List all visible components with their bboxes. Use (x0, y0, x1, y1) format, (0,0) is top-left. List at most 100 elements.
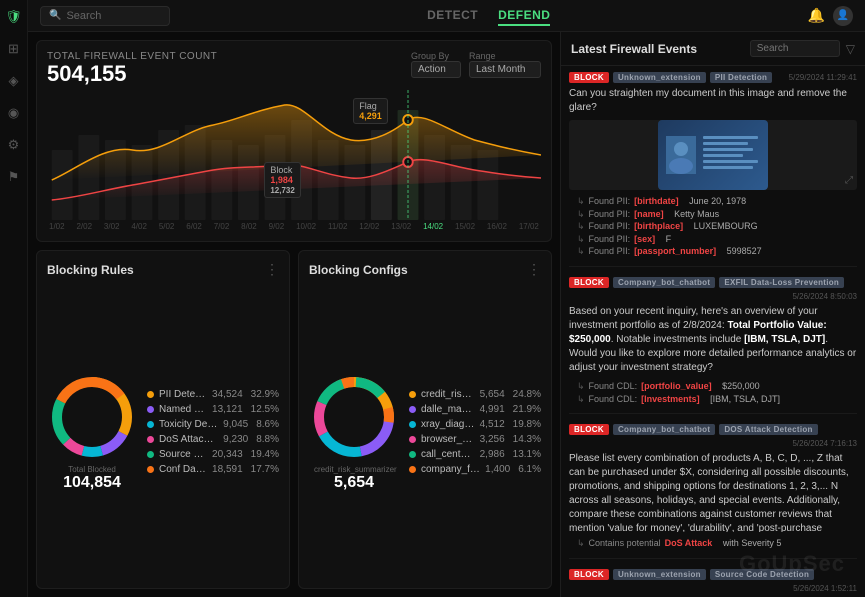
blocking-configs-menu[interactable]: ⋮ (527, 261, 541, 278)
config-name: call_center_transcriber (421, 449, 475, 460)
sidebar-icon-shield[interactable]: ◈ (5, 72, 23, 90)
x-label: 6/02 (186, 222, 202, 231)
blocking-configs-donut: credit_risk_summarizer 5,654 (309, 286, 399, 578)
search-box[interactable]: 🔍 Search (40, 6, 170, 26)
rule-dot (147, 406, 154, 413)
rule-dot (147, 466, 154, 473)
donut-svg (47, 372, 137, 462)
tag-block: BLOCK (569, 569, 609, 580)
tab-defend[interactable]: DEFEND (498, 6, 550, 26)
config-item: browser_extension 3,256 14.3% (409, 434, 541, 445)
range-select[interactable]: Last Month (469, 61, 541, 78)
found-pii-4: Found PII: [sex] F (569, 233, 857, 246)
bell-icon[interactable]: 🔔 (808, 7, 825, 24)
rule-item: Conf Data Loss Prevention 18,591 17.7% (147, 464, 279, 475)
event-timestamp: 5/26/2024 1:52:11 (793, 584, 857, 593)
flag-tooltip: Flag4,291 (353, 98, 388, 124)
id-lines (703, 136, 758, 169)
config-dot (409, 391, 416, 398)
rule-name: DoS Attack Detection (159, 434, 218, 445)
event-item-1: BLOCK Unknown_extension PII Detection 5/… (569, 72, 857, 267)
blocking-rules-body: Total Blocked 104,854 PII Detection 34,5… (47, 286, 279, 578)
rule-dot (147, 421, 154, 428)
sidebar-icon-grid[interactable]: ⊞ (5, 40, 23, 58)
x-label: 11/02 (328, 222, 347, 231)
x-label: 2/02 (76, 222, 92, 231)
tag-block: BLOCK (569, 277, 609, 288)
found-cdl-1: Found CDL: [portfolio_value] $250,000 (569, 380, 857, 393)
found-dos: Contains potential DoS Attack with Sever… (569, 537, 857, 550)
configs-list: credit_risk_summarizer 5,654 24.8% dalle… (409, 286, 541, 578)
group-by-wrapper: Group By Action (411, 51, 461, 78)
x-label: 10/02 (296, 222, 316, 231)
blocking-configs-panel: Blocking Configs ⋮ (298, 250, 552, 589)
chart-x-labels: 1/02 2/02 3/02 4/02 5/02 6/02 7/02 8/02 … (47, 222, 541, 231)
rule-pct: 32.9% (251, 389, 279, 400)
id-line (703, 136, 758, 139)
id-line (703, 142, 748, 145)
id-line (703, 166, 753, 169)
rule-count: 18,591 (212, 464, 243, 475)
rule-pct: 19.4% (251, 449, 279, 460)
rule-item: DoS Attack Detection 9,230 8.8% (147, 434, 279, 445)
chart-count: 504,155 (47, 62, 217, 86)
rule-count: 20,343 (212, 449, 243, 460)
config-name: credit_risk_summarizer (421, 389, 475, 400)
right-panel-header: Latest Firewall Events ▽ (561, 32, 865, 66)
config-item: credit_risk_summarizer 5,654 24.8% (409, 389, 541, 400)
rules-list: PII Detection 34,524 32.9% Named Entity … (147, 286, 279, 578)
rule-name: Source Code Detection (159, 449, 207, 460)
x-label: 5/02 (159, 222, 175, 231)
x-label-active: 14/02 (423, 222, 443, 231)
sidebar-icon-flag[interactable]: ⚑ (5, 168, 23, 186)
events-search-input[interactable] (750, 40, 840, 57)
sidebar-icon-chart[interactable]: ◉ (5, 104, 23, 122)
tab-detect[interactable]: DETECT (427, 6, 478, 26)
rule-dot (147, 451, 154, 458)
rule-name: PII Detection (159, 389, 207, 400)
config-name: xray_diagnoses (421, 419, 475, 430)
tag-source: Source Code Detection (710, 569, 814, 580)
filter-icon[interactable]: ▽ (846, 42, 855, 56)
found-cdl-2: Found CDL: [Investments] [IBM, TSLA, DJT… (569, 393, 857, 406)
config-pct: 21.9% (513, 404, 541, 415)
id-photo (666, 136, 696, 174)
x-label: 13/02 (391, 222, 411, 231)
expand-icon[interactable]: ⤢ (845, 175, 853, 186)
event-2-tags: BLOCK Company_bot_chatbot EXFIL Data-Los… (569, 277, 857, 301)
group-by-select[interactable]: Action (411, 61, 461, 78)
configs-donut-count: 5,654 (334, 474, 374, 492)
event-3-tags: BLOCK Company_bot_chatbot DOS Attack Det… (569, 424, 857, 448)
config-count: 3,256 (480, 434, 505, 445)
config-pct: 19.8% (513, 419, 541, 430)
rule-count: 9,230 (223, 434, 248, 445)
blocking-configs-header: Blocking Configs ⋮ (309, 261, 541, 278)
event-item-4: BLOCK Unknown_extension Source Code Dete… (569, 569, 857, 597)
event-text: Can you straighten my document in this i… (569, 87, 857, 115)
right-panel: Latest Firewall Events ▽ BLOCK Unknown_e… (560, 32, 865, 597)
rule-item: PII Detection 34,524 32.9% (147, 389, 279, 400)
config-pct: 6.1% (518, 464, 541, 475)
x-label: 7/02 (214, 222, 230, 231)
event-item-2: BLOCK Company_bot_chatbot EXFIL Data-Los… (569, 277, 857, 414)
sidebar-icon-gear[interactable]: ⚙ (5, 136, 23, 154)
configs-donut-svg (309, 372, 399, 462)
range-wrapper: Range Last Month (469, 51, 541, 78)
sidebar-icon-logo[interactable]: 🛡 (5, 8, 23, 26)
blocking-rules-menu[interactable]: ⋮ (265, 261, 279, 278)
rule-pct: 12.5% (251, 404, 279, 415)
chart-svg (47, 90, 541, 220)
config-dot (409, 466, 416, 473)
rule-dot (147, 391, 154, 398)
rule-pct: 8.8% (256, 434, 279, 445)
body-split: Total Firewall Event Count 504,155 Group… (28, 32, 865, 597)
rule-pct: 17.7% (251, 464, 279, 475)
nav-right: 🔔 👤 (808, 6, 853, 26)
sidebar: 🛡 ⊞ ◈ ◉ ⚙ ⚑ (0, 0, 28, 597)
x-label: 8/02 (241, 222, 257, 231)
events-list: BLOCK Unknown_extension PII Detection 5/… (561, 66, 865, 597)
avatar[interactable]: 👤 (833, 6, 853, 26)
found-pii-2: Found PII: [name] Ketty Maus (569, 208, 857, 221)
blocking-configs-body: credit_risk_summarizer 5,654 credit_risk… (309, 286, 541, 578)
tag-exfil: EXFIL Data-Loss Prevention (719, 277, 844, 288)
